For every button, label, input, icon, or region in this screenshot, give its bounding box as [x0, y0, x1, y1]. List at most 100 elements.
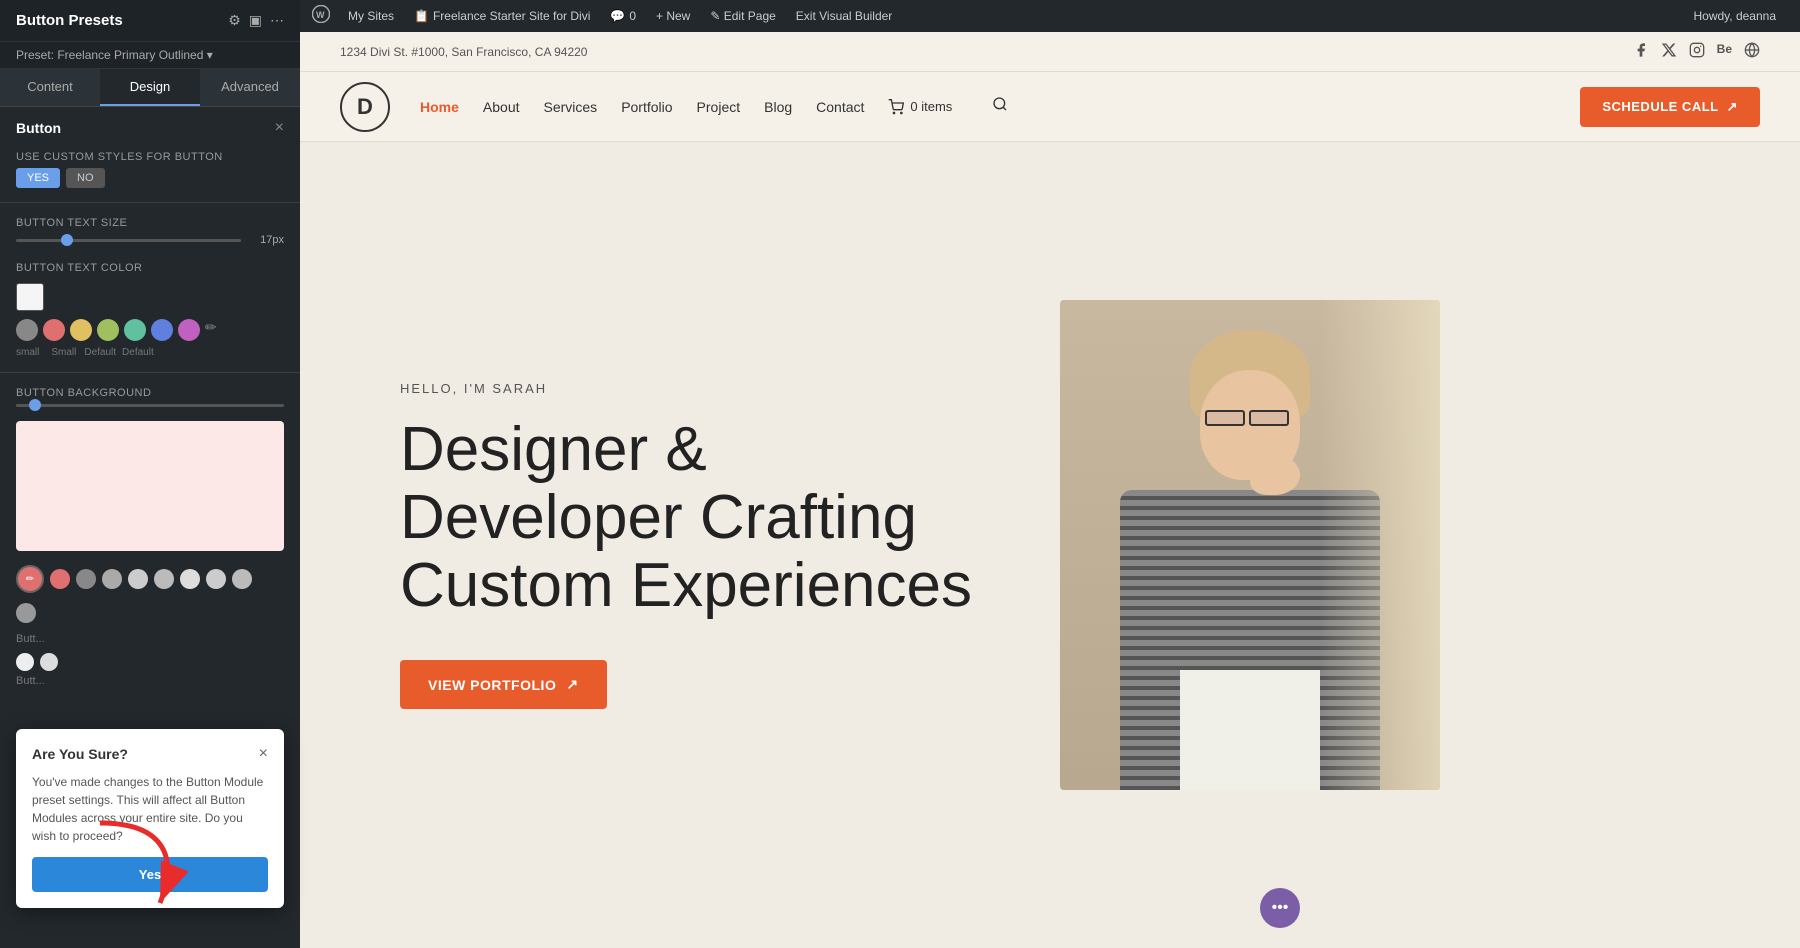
- small-circle-1[interactable]: [50, 569, 70, 589]
- left-panel: Button Presets ⚙ ▣ ⋯ Preset: Freelance P…: [0, 0, 300, 948]
- social-icons: Be: [1633, 42, 1760, 61]
- dot-menu-button[interactable]: •••: [1260, 888, 1300, 928]
- butt-circle-1[interactable]: [16, 653, 34, 671]
- confirm-title: Are You Sure?: [32, 746, 128, 762]
- text-color-label: Button Text Color: [16, 262, 284, 274]
- hero-section: HELLO, I'M SARAH Designer & Developer Cr…: [300, 142, 1800, 948]
- text-color-preview[interactable]: [16, 283, 44, 311]
- text-size-setting: Button Text Size 17px: [0, 211, 300, 252]
- nav-blog[interactable]: Blog: [764, 99, 792, 115]
- admin-bar-user: Howdy, deanna: [1682, 9, 1789, 23]
- small-circle-6[interactable]: [180, 569, 200, 589]
- nav-contact[interactable]: Contact: [816, 99, 864, 115]
- size-labels-row: small Small Default Default: [16, 347, 284, 358]
- admin-bar-my-sites[interactable]: My Sites: [338, 0, 404, 32]
- bg-slider-row: [16, 404, 284, 407]
- text-color-setting: Button Text Color ✏ small Small Default …: [0, 256, 300, 364]
- tab-content[interactable]: Content: [0, 69, 100, 106]
- nav-logo[interactable]: D: [340, 82, 390, 132]
- glasses: [1205, 410, 1295, 426]
- swatch-blue[interactable]: [151, 319, 173, 341]
- confirm-header: Are You Sure? ×: [32, 745, 268, 763]
- confirm-yes-button[interactable]: Yes: [32, 857, 268, 892]
- nav-project[interactable]: Project: [697, 99, 741, 115]
- tab-advanced[interactable]: Advanced: [200, 69, 300, 106]
- confirm-close-icon[interactable]: ×: [259, 745, 268, 763]
- wp-logo: W: [312, 5, 330, 28]
- size-Small: Small: [51, 347, 76, 358]
- small-circle-4[interactable]: [128, 569, 148, 589]
- small-circle-7[interactable]: [206, 569, 226, 589]
- panel-tabs: Content Design Advanced: [0, 69, 300, 107]
- view-portfolio-button[interactable]: VIEW PORTFOLIO ↗: [400, 660, 607, 709]
- more-icon[interactable]: ⋯: [270, 12, 284, 29]
- text-size-label: Button Text Size: [16, 217, 284, 229]
- swatch-gray[interactable]: [16, 319, 38, 341]
- admin-bar-site[interactable]: 📋 Freelance Starter Site for Divi: [404, 0, 600, 32]
- custom-styles-label: Use Custom Styles For Button: [16, 151, 284, 163]
- small-circle-3[interactable]: [102, 569, 122, 589]
- twitter-icon[interactable]: [1661, 42, 1677, 61]
- butt-circle-2[interactable]: [40, 653, 58, 671]
- bg-thumb[interactable]: [29, 399, 41, 411]
- text-color-swatches: ✏: [16, 319, 284, 341]
- schedule-call-button[interactable]: SCHEDULE CALL ↗: [1580, 87, 1760, 127]
- site-address: 1234 Divi St. #1000, San Francisco, CA 9…: [340, 45, 587, 59]
- admin-bar-edit-page[interactable]: ✎ Edit Page: [700, 0, 785, 32]
- admin-bar-comments[interactable]: 💬 0: [600, 0, 646, 32]
- text-size-thumb[interactable]: [61, 234, 73, 246]
- nav-links: Home About Services Portfolio Project Bl…: [420, 96, 1540, 117]
- site-top-bar: 1234 Divi St. #1000, San Francisco, CA 9…: [300, 32, 1800, 72]
- text-size-value: 17px: [249, 234, 284, 246]
- size-default2: Default: [122, 347, 154, 358]
- facebook-icon[interactable]: [1633, 42, 1649, 61]
- custom-styles-setting: Use Custom Styles For Button YES NO: [0, 145, 300, 194]
- toggle-no[interactable]: NO: [66, 168, 105, 188]
- nav-cart[interactable]: 0 items: [888, 99, 952, 115]
- size-small: small: [16, 347, 39, 358]
- swatch-yellow[interactable]: [70, 319, 92, 341]
- nav-about[interactable]: About: [483, 99, 520, 115]
- hand: [1250, 455, 1300, 495]
- section-close-icon[interactable]: ×: [275, 119, 284, 137]
- schedule-call-arrow: ↗: [1727, 99, 1738, 115]
- view-portfolio-label: VIEW PORTFOLIO: [428, 677, 556, 693]
- nav-bar: D Home About Services Portfolio Project …: [300, 72, 1800, 142]
- layout-icon[interactable]: ▣: [249, 12, 262, 29]
- pencil-icon[interactable]: ✏: [205, 319, 217, 341]
- small-circle-2[interactable]: [76, 569, 96, 589]
- search-icon[interactable]: [992, 96, 1008, 117]
- confirm-message: You've made changes to the Button Module…: [32, 773, 268, 845]
- section-header: Button ×: [0, 107, 300, 145]
- nav-home[interactable]: Home: [420, 99, 459, 115]
- hero-text: HELLO, I'M SARAH Designer & Developer Cr…: [400, 381, 1000, 710]
- small-circle-5[interactable]: [154, 569, 174, 589]
- small-circle-8[interactable]: [232, 569, 252, 589]
- nav-portfolio[interactable]: Portfolio: [621, 99, 672, 115]
- swatch-red[interactable]: [43, 319, 65, 341]
- settings-icon[interactable]: ⚙: [228, 12, 241, 29]
- text-size-track[interactable]: [16, 239, 241, 242]
- circle-edit[interactable]: ✏: [16, 565, 44, 593]
- admin-bar-new[interactable]: + New: [646, 0, 700, 32]
- nav-services[interactable]: Services: [544, 99, 598, 115]
- swatch-green[interactable]: [97, 319, 119, 341]
- small-circle-extra[interactable]: [16, 603, 36, 623]
- panel-title: Button Presets: [16, 12, 123, 29]
- view-portfolio-arrow: ↗: [566, 676, 578, 693]
- admin-bar-exit-builder[interactable]: Exit Visual Builder: [786, 0, 903, 32]
- tab-design[interactable]: Design: [100, 69, 200, 106]
- instagram-icon[interactable]: [1689, 42, 1705, 61]
- panel-header: Button Presets ⚙ ▣ ⋯: [0, 0, 300, 42]
- other-icon[interactable]: [1744, 42, 1760, 61]
- swatch-teal[interactable]: [124, 319, 146, 341]
- swatch-purple[interactable]: [178, 319, 200, 341]
- bg-setting: Button Background: [0, 381, 300, 413]
- text-color-row: [16, 279, 284, 315]
- bg-track[interactable]: [16, 404, 284, 407]
- setting-row-butt2: Butt...: [16, 675, 284, 687]
- toggle-yes[interactable]: YES: [16, 168, 60, 188]
- behance-icon[interactable]: Be: [1717, 42, 1732, 61]
- panel-preset[interactable]: Preset: Freelance Primary Outlined ▾: [0, 42, 300, 69]
- wp-admin-bar: W My Sites 📋 Freelance Starter Site for …: [300, 0, 1800, 32]
